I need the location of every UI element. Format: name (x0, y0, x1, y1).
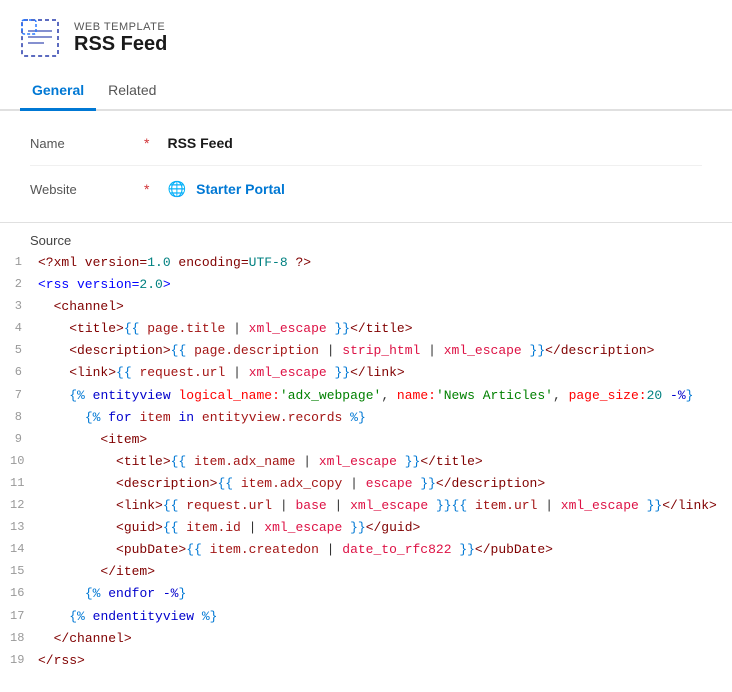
name-label: Name (30, 136, 130, 151)
code-line-4: 4 <title>{{ page.title | xml_escape }}</… (0, 318, 732, 340)
tab-general[interactable]: General (20, 74, 96, 111)
web-template-icon (20, 18, 60, 58)
tab-related[interactable]: Related (96, 74, 168, 111)
code-line-17: 17 {% endentityview %} (0, 606, 732, 628)
code-line-15: 15 </item> (0, 561, 732, 583)
header-subtitle: WEB TEMPLATE (74, 21, 167, 33)
header-title: RSS Feed (74, 33, 167, 56)
source-code-block: 1 <?xml version=1.0 encoding=UTF-8 ?> 2 … (0, 252, 732, 692)
tab-bar: General Related (0, 74, 732, 111)
header-text-block: WEB TEMPLATE RSS Feed (74, 21, 167, 56)
code-line-11: 11 <description>{{ item.adx_copy | escap… (0, 473, 732, 495)
form-section: Name * RSS Feed Website * 🌐 Starter Port… (0, 111, 732, 223)
code-line-13: 13 <guid>{{ item.id | xml_escape }}</gui… (0, 517, 732, 539)
code-line-10: 10 <title>{{ item.adx_name | xml_escape … (0, 451, 732, 473)
name-field-row: Name * RSS Feed (30, 121, 702, 166)
website-link[interactable]: Starter Portal (196, 181, 285, 197)
website-label: Website (30, 182, 130, 197)
name-required: * (144, 135, 149, 151)
code-line-6: 6 <link>{{ request.url | xml_escape }}</… (0, 362, 732, 384)
code-line-16: 16 {% endfor -%} (0, 583, 732, 605)
website-required: * (144, 181, 149, 197)
globe-icon: 🌐 (167, 180, 186, 198)
code-line-7: 7 {% entityview logical_name:'adx_webpag… (0, 385, 732, 407)
name-value: RSS Feed (167, 135, 232, 151)
code-line-5: 5 <description>{{ page.description | str… (0, 340, 732, 362)
page-header: WEB TEMPLATE RSS Feed (0, 0, 732, 70)
source-label: Source (0, 223, 732, 252)
code-line-9: 9 <item> (0, 429, 732, 451)
website-field-row: Website * 🌐 Starter Portal (30, 166, 702, 212)
code-line-2: 2 <rss version=2.0> (0, 274, 732, 296)
code-line-12: 12 <link>{{ request.url | base | xml_esc… (0, 495, 732, 517)
code-line-14: 14 <pubDate>{{ item.createdon | date_to_… (0, 539, 732, 561)
code-line-1: 1 <?xml version=1.0 encoding=UTF-8 ?> (0, 252, 732, 274)
code-line-19: 19 </rss> (0, 650, 732, 672)
code-line-3: 3 <channel> (0, 296, 732, 318)
code-line-8: 8 {% for item in entityview.records %} (0, 407, 732, 429)
